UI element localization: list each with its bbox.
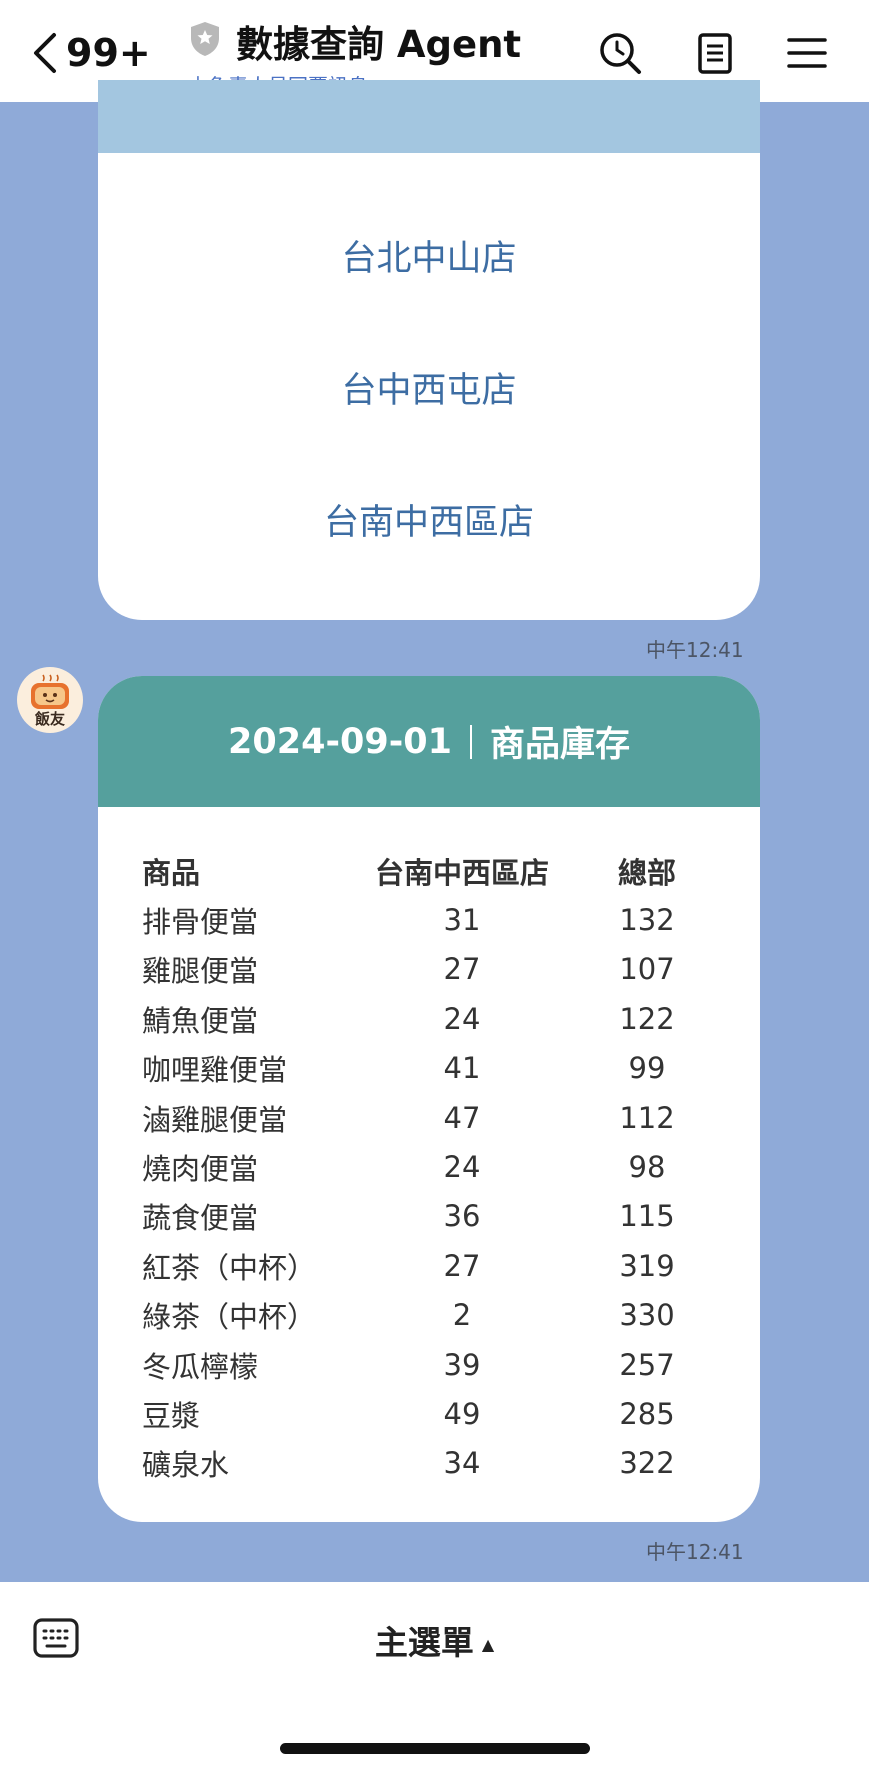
main-menu-label: 主選單 <box>374 1623 474 1662</box>
hq-qty: 122 <box>619 1001 675 1036</box>
inventory-table: 商品 台南中西區店 總部 排骨便當 31 132 雞腿便當 27 107 鯖魚便當 24 1… <box>142 846 732 1488</box>
unread-count: 99+ <box>66 31 151 75</box>
store-qty: 41 <box>443 1051 481 1086</box>
table-row: 紅茶（中杯） 27 319 <box>142 1241 732 1290</box>
table-row: 雞腿便當 27 107 <box>142 945 732 994</box>
store-qty: 31 <box>443 903 481 938</box>
store-option-tainan-west-central[interactable]: 台南中西區店 <box>98 494 760 545</box>
bot-avatar[interactable]: 飯友 <box>17 667 83 733</box>
hq-qty: 132 <box>619 903 675 938</box>
avatar-label: 飯友 <box>34 710 65 728</box>
hq-qty: 107 <box>619 952 675 987</box>
header-divider <box>469 724 472 759</box>
product-name: 紅茶（中杯） <box>142 1250 317 1285</box>
hq-qty: 257 <box>619 1347 675 1382</box>
table-header-row: 商品 台南中西區店 總部 <box>142 846 732 895</box>
product-name: 咖哩雞便當 <box>142 1053 288 1088</box>
menu-icon[interactable] <box>784 30 830 76</box>
table-row: 冬瓜檸檬 39 257 <box>142 1340 732 1389</box>
main-menu-toggle[interactable]: 主選單 ▲ <box>0 1616 869 1664</box>
chat-title: 數據查詢 Agent <box>236 23 522 66</box>
store-qty: 24 <box>443 1001 481 1036</box>
table-row: 綠茶（中杯） 2 330 <box>142 1291 732 1340</box>
table-row: 咖哩雞便當 41 99 <box>142 1044 732 1093</box>
table-row: 礦泉水 34 322 <box>142 1439 732 1488</box>
store-qty: 24 <box>443 1150 481 1185</box>
product-name: 礦泉水 <box>142 1448 230 1483</box>
message-timestamp: 中午12:41 <box>646 638 744 662</box>
column-header-store: 台南中西區店 <box>374 855 549 890</box>
hq-qty: 319 <box>619 1248 675 1283</box>
search-history-icon[interactable] <box>597 30 643 76</box>
product-name: 綠茶（中杯） <box>142 1300 317 1335</box>
inventory-date: 2024-09-01 <box>228 721 452 762</box>
column-header-hq: 總部 <box>617 855 676 890</box>
hq-qty: 99 <box>628 1051 666 1086</box>
product-name: 排骨便當 <box>142 905 259 940</box>
inventory-header: 2024-09-01 商品庫存 <box>98 676 760 807</box>
table-row: 燒肉便當 24 98 <box>142 1142 732 1191</box>
bottom-bar: 主選單 ▲ <box>0 1582 869 1770</box>
product-name: 鯖魚便當 <box>142 1003 259 1038</box>
column-header-product: 商品 <box>142 855 201 890</box>
hq-qty: 112 <box>619 1100 675 1135</box>
table-row: 排骨便當 31 132 <box>142 895 732 944</box>
back-button[interactable]: 99+ <box>30 28 151 78</box>
store-qty: 2 <box>452 1298 472 1333</box>
store-qty: 27 <box>443 952 481 987</box>
product-name: 冬瓜檸檬 <box>142 1349 259 1384</box>
product-name: 雞腿便當 <box>142 954 259 989</box>
table-row: 豆漿 49 285 <box>142 1389 732 1438</box>
shield-icon <box>188 20 222 62</box>
product-name: 蔬食便當 <box>142 1201 259 1236</box>
chevron-left-icon <box>34 33 56 73</box>
hq-qty: 98 <box>628 1150 666 1185</box>
store-qty: 36 <box>443 1199 481 1234</box>
store-qty: 47 <box>443 1100 481 1135</box>
store-option-taichung-xitun[interactable]: 台中西屯店 <box>98 362 760 413</box>
hq-qty: 285 <box>619 1396 675 1431</box>
notes-icon[interactable] <box>692 30 738 76</box>
table-row: 鯖魚便當 24 122 <box>142 994 732 1043</box>
product-name: 豆漿 <box>142 1398 201 1433</box>
hq-qty: 115 <box>619 1199 675 1234</box>
message-timestamp: 中午12:41 <box>646 1540 744 1564</box>
table-row: 滷雞腿便當 47 112 <box>142 1093 732 1142</box>
store-qty: 49 <box>443 1396 481 1431</box>
store-qty: 34 <box>443 1446 481 1481</box>
home-indicator[interactable] <box>280 1743 590 1754</box>
hq-qty: 330 <box>619 1298 675 1333</box>
table-row: 蔬食便當 36 115 <box>142 1192 732 1241</box>
store-option-taipei-zhongshan[interactable]: 台北中山店 <box>98 230 760 281</box>
caret-up-icon: ▲ <box>481 1635 495 1654</box>
inventory-bubble: 2024-09-01 商品庫存 商品 台南中西區店 總部 排骨便當 31 132 雞… <box>98 676 760 1522</box>
hq-qty: 322 <box>619 1446 675 1481</box>
store-qty: 39 <box>443 1347 481 1382</box>
store-list-bubble: 台北中山店 台中西屯店 台南中西區店 <box>98 80 760 620</box>
inventory-title: 商品庫存 <box>489 725 630 765</box>
store-qty: 27 <box>443 1248 481 1283</box>
product-name: 滷雞腿便當 <box>142 1102 288 1137</box>
store-list-header-band <box>98 80 760 153</box>
product-name: 燒肉便當 <box>142 1152 259 1187</box>
